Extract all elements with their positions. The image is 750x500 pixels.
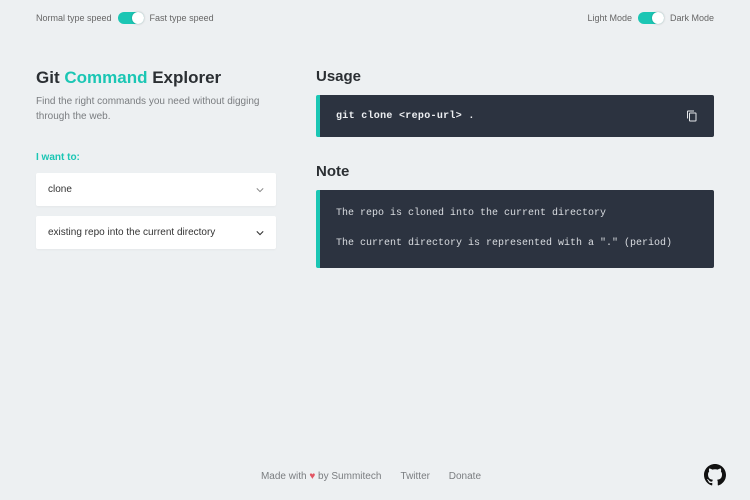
theme-toggle[interactable] (638, 12, 664, 24)
title-word-1: Git (36, 68, 60, 87)
donate-link[interactable]: Donate (449, 471, 481, 482)
speed-fast-label: Fast type speed (150, 13, 214, 23)
dark-mode-label: Dark Mode (670, 13, 714, 23)
type-speed-toggle-group: Normal type speed Fast type speed (36, 12, 214, 24)
heart-icon: ♥ (309, 471, 315, 482)
primary-select[interactable]: clone (36, 173, 276, 206)
chevron-down-icon (256, 229, 264, 237)
toggle-knob (132, 12, 144, 24)
primary-select-value: clone (48, 184, 72, 195)
footer-made-prefix: Made with (261, 471, 307, 482)
prompt-label: I want to: (36, 152, 276, 163)
light-mode-label: Light Mode (587, 13, 632, 23)
page-title: Git Command Explorer (36, 68, 276, 88)
secondary-select-value: existing repo into the current directory (48, 227, 215, 238)
title-word-3: Explorer (152, 68, 221, 87)
copy-icon[interactable] (686, 109, 698, 123)
title-word-2: Command (64, 68, 147, 87)
note-line-1: The repo is cloned into the current dire… (336, 206, 698, 222)
secondary-select[interactable]: existing repo into the current directory (36, 216, 276, 249)
left-panel: Git Command Explorer Find the right comm… (36, 68, 276, 268)
note-line-2: The current directory is represented wit… (336, 236, 698, 252)
main-content: Git Command Explorer Find the right comm… (0, 28, 750, 268)
usage-heading: Usage (316, 68, 714, 85)
github-icon[interactable] (704, 464, 726, 486)
usage-code-box: git clone <repo-url> . (316, 95, 714, 137)
top-bar: Normal type speed Fast type speed Light … (0, 0, 750, 28)
type-speed-toggle[interactable] (118, 12, 144, 24)
speed-normal-label: Normal type speed (36, 13, 112, 23)
footer-made-suffix: by Summitech (318, 471, 381, 482)
footer: Made with ♥ by Summitech Twitter Donate (0, 471, 750, 482)
note-heading: Note (316, 163, 714, 180)
toggle-knob (652, 12, 664, 24)
chevron-down-icon (256, 186, 264, 194)
right-panel: Usage git clone <repo-url> . Note The re… (316, 68, 714, 268)
theme-toggle-group: Light Mode Dark Mode (587, 12, 714, 24)
page-subtitle: Find the right commands you need without… (36, 94, 276, 124)
usage-command: git clone <repo-url> . (336, 111, 475, 122)
note-box: The repo is cloned into the current dire… (316, 190, 714, 268)
twitter-link[interactable]: Twitter (401, 471, 430, 482)
